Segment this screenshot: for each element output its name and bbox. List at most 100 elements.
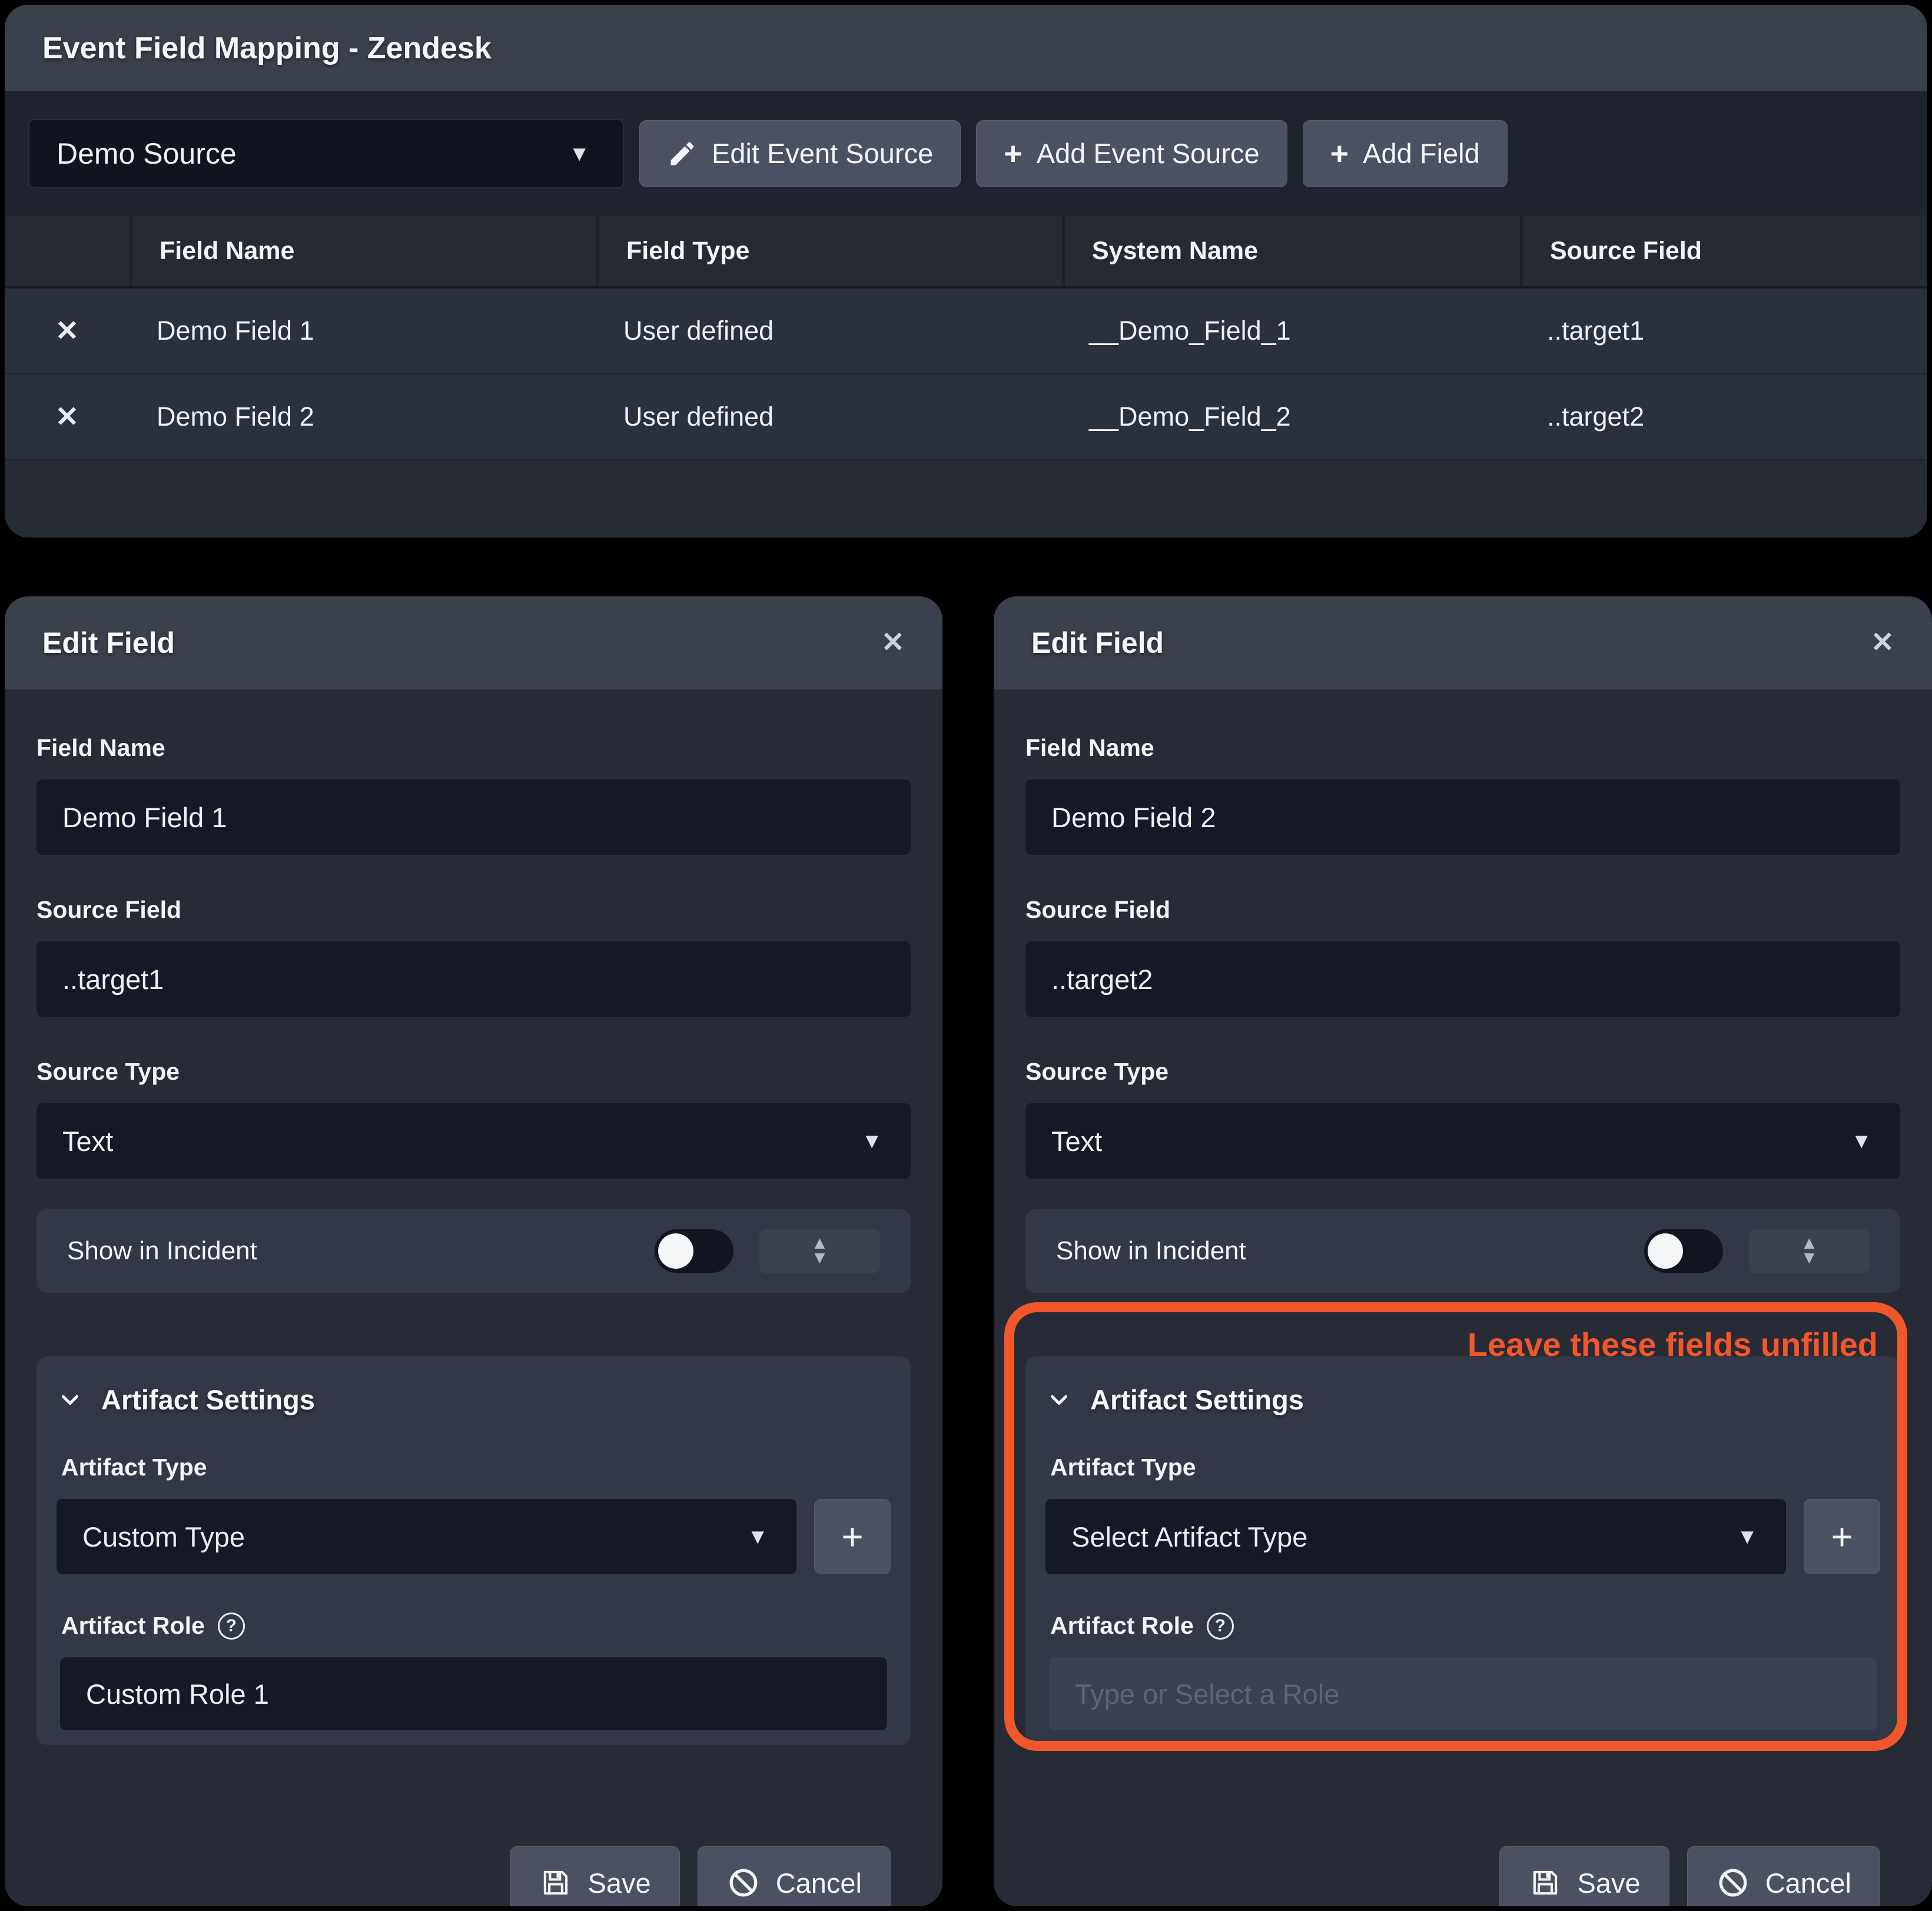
source-field-input[interactable]	[1025, 941, 1900, 1017]
close-icon[interactable]: ✕	[1871, 629, 1894, 657]
dialog-header: Edit Field ✕	[994, 596, 1932, 689]
artifact-settings-collapse[interactable]: Artifact Settings	[1045, 1384, 1880, 1416]
source-type-select[interactable]: Text ▼	[1025, 1103, 1900, 1179]
artifact-settings-title: Artifact Settings	[101, 1384, 315, 1416]
floppy-disk-icon	[539, 1866, 573, 1900]
add-artifact-type-button[interactable]: +	[814, 1499, 891, 1574]
add-artifact-type-button[interactable]: +	[1804, 1499, 1880, 1574]
chevron-down-icon: ▼	[861, 1130, 882, 1152]
artifact-type-placeholder: Select Artifact Type	[1071, 1521, 1307, 1553]
cancel-label: Cancel	[776, 1867, 862, 1899]
plus-icon: +	[1831, 1518, 1853, 1555]
table-row[interactable]: ✕ Demo Field 2 User defined __Demo_Field…	[5, 374, 1927, 460]
table-header-system-name: System Name	[1062, 215, 1520, 286]
add-field-label: Add Field	[1363, 137, 1480, 170]
field-name-input[interactable]	[1025, 779, 1900, 855]
edit-event-source-label: Edit Event Source	[712, 137, 933, 170]
edit-field-dialog-2: Edit Field ✕ Field Name Source Field Sou…	[994, 596, 1932, 1906]
artifact-type-label: Artifact Type	[57, 1454, 891, 1481]
artifact-settings-panel: Artifact Settings Artifact Type Select A…	[1025, 1356, 1900, 1745]
delete-row-icon[interactable]: ✕	[55, 400, 79, 433]
dialog-header: Edit Field ✕	[5, 596, 942, 689]
cancel-button[interactable]: Cancel	[698, 1846, 891, 1906]
add-event-source-button[interactable]: + Add Event Source	[976, 120, 1287, 187]
floppy-disk-icon	[1528, 1866, 1562, 1900]
cell-system-name: __Demo_Field_2	[1062, 374, 1520, 459]
cancel-button[interactable]: Cancel	[1687, 1846, 1880, 1906]
artifact-settings-title: Artifact Settings	[1090, 1384, 1304, 1416]
chevron-down-icon: ▼	[1737, 1526, 1758, 1547]
cell-field-type: User defined	[596, 288, 1062, 373]
help-icon[interactable]: ?	[218, 1613, 245, 1640]
field-name-label: Field Name	[36, 734, 911, 762]
plus-icon: +	[1330, 138, 1349, 170]
no-entry-icon	[1716, 1866, 1750, 1900]
table-empty-area	[5, 460, 1927, 538]
order-stepper[interactable]: ▲ ▼	[759, 1229, 880, 1273]
table-row[interactable]: ✕ Demo Field 1 User defined __Demo_Field…	[5, 288, 1927, 374]
stepper-down-icon[interactable]: ▼	[811, 1251, 829, 1266]
dialog-title: Edit Field	[42, 626, 175, 660]
page-title: Event Field Mapping - Zendesk	[42, 31, 492, 66]
table-header: Field Name Field Type System Name Source…	[5, 215, 1927, 288]
add-field-button[interactable]: + Add Field	[1303, 120, 1508, 187]
table-header-source-field: Source Field	[1520, 215, 1927, 286]
artifact-type-select[interactable]: Select Artifact Type ▼	[1045, 1499, 1786, 1574]
artifact-role-input[interactable]	[60, 1657, 887, 1730]
save-label: Save	[588, 1867, 651, 1899]
chevron-down-icon: ▼	[1851, 1130, 1872, 1152]
source-field-input[interactable]	[36, 941, 911, 1017]
edit-field-dialog-1: Edit Field ✕ Field Name Source Field Sou…	[5, 596, 942, 1906]
source-field-label: Source Field	[1025, 896, 1900, 924]
edit-event-source-button[interactable]: Edit Event Source	[639, 120, 961, 187]
source-type-label: Source Type	[1025, 1058, 1900, 1086]
show-in-incident-row: Show in Incident ▲ ▼	[1025, 1209, 1900, 1293]
source-type-value: Text	[1051, 1125, 1102, 1157]
plus-icon: +	[1004, 138, 1023, 170]
field-name-label: Field Name	[1025, 734, 1900, 762]
cell-source-field: ..target1	[1520, 288, 1927, 373]
chevron-down-icon: ▼	[747, 1526, 768, 1547]
toggle-knob	[658, 1233, 693, 1269]
artifact-role-label: Artifact Role	[1050, 1612, 1194, 1640]
save-label: Save	[1578, 1867, 1641, 1899]
artifact-type-value: Custom Type	[82, 1521, 245, 1553]
source-field-label: Source Field	[36, 896, 911, 924]
toolbar: Demo Source ▼ Edit Event Source + Add Ev…	[5, 91, 1927, 215]
show-in-incident-toggle[interactable]	[1644, 1229, 1723, 1273]
stepper-down-icon[interactable]: ▼	[1801, 1251, 1818, 1266]
event-source-select[interactable]: Demo Source ▼	[28, 119, 624, 188]
dialog-title: Edit Field	[1031, 626, 1164, 660]
artifact-type-select[interactable]: Custom Type ▼	[57, 1499, 796, 1574]
event-field-mapping-panel: Event Field Mapping - Zendesk Demo Sourc…	[5, 5, 1927, 538]
artifact-role-label: Artifact Role	[61, 1612, 205, 1640]
order-stepper[interactable]: ▲ ▼	[1749, 1229, 1870, 1273]
cell-system-name: __Demo_Field_1	[1062, 288, 1520, 373]
dialog-body: Field Name Source Field Source Type Text…	[5, 734, 942, 1906]
pencil-icon	[667, 138, 698, 169]
save-button[interactable]: Save	[1499, 1846, 1669, 1906]
no-entry-icon	[726, 1866, 761, 1900]
cell-source-field: ..target2	[1520, 374, 1927, 459]
show-in-incident-row: Show in Incident ▲ ▼	[36, 1209, 911, 1293]
show-in-incident-label: Show in Incident	[67, 1236, 257, 1266]
add-event-source-label: Add Event Source	[1037, 137, 1260, 170]
source-type-value: Text	[62, 1125, 113, 1157]
table-header-field-type: Field Type	[596, 215, 1062, 286]
toggle-knob	[1648, 1233, 1683, 1269]
table-header-delete-col	[5, 215, 130, 286]
cell-field-type: User defined	[596, 374, 1062, 459]
artifact-settings-panel: Artifact Settings Artifact Type Custom T…	[36, 1356, 911, 1745]
artifact-type-label: Artifact Type	[1045, 1454, 1880, 1481]
help-icon[interactable]: ?	[1207, 1613, 1234, 1640]
close-icon[interactable]: ✕	[881, 629, 905, 657]
table-header-field-name: Field Name	[130, 215, 596, 286]
show-in-incident-toggle[interactable]	[655, 1229, 733, 1273]
chevron-down-icon: ▼	[569, 143, 590, 164]
source-type-select[interactable]: Text ▼	[36, 1103, 911, 1179]
artifact-role-input[interactable]	[1049, 1657, 1877, 1730]
save-button[interactable]: Save	[510, 1846, 680, 1906]
delete-row-icon[interactable]: ✕	[55, 314, 79, 347]
artifact-settings-collapse[interactable]: Artifact Settings	[57, 1384, 891, 1416]
field-name-input[interactable]	[36, 779, 911, 855]
